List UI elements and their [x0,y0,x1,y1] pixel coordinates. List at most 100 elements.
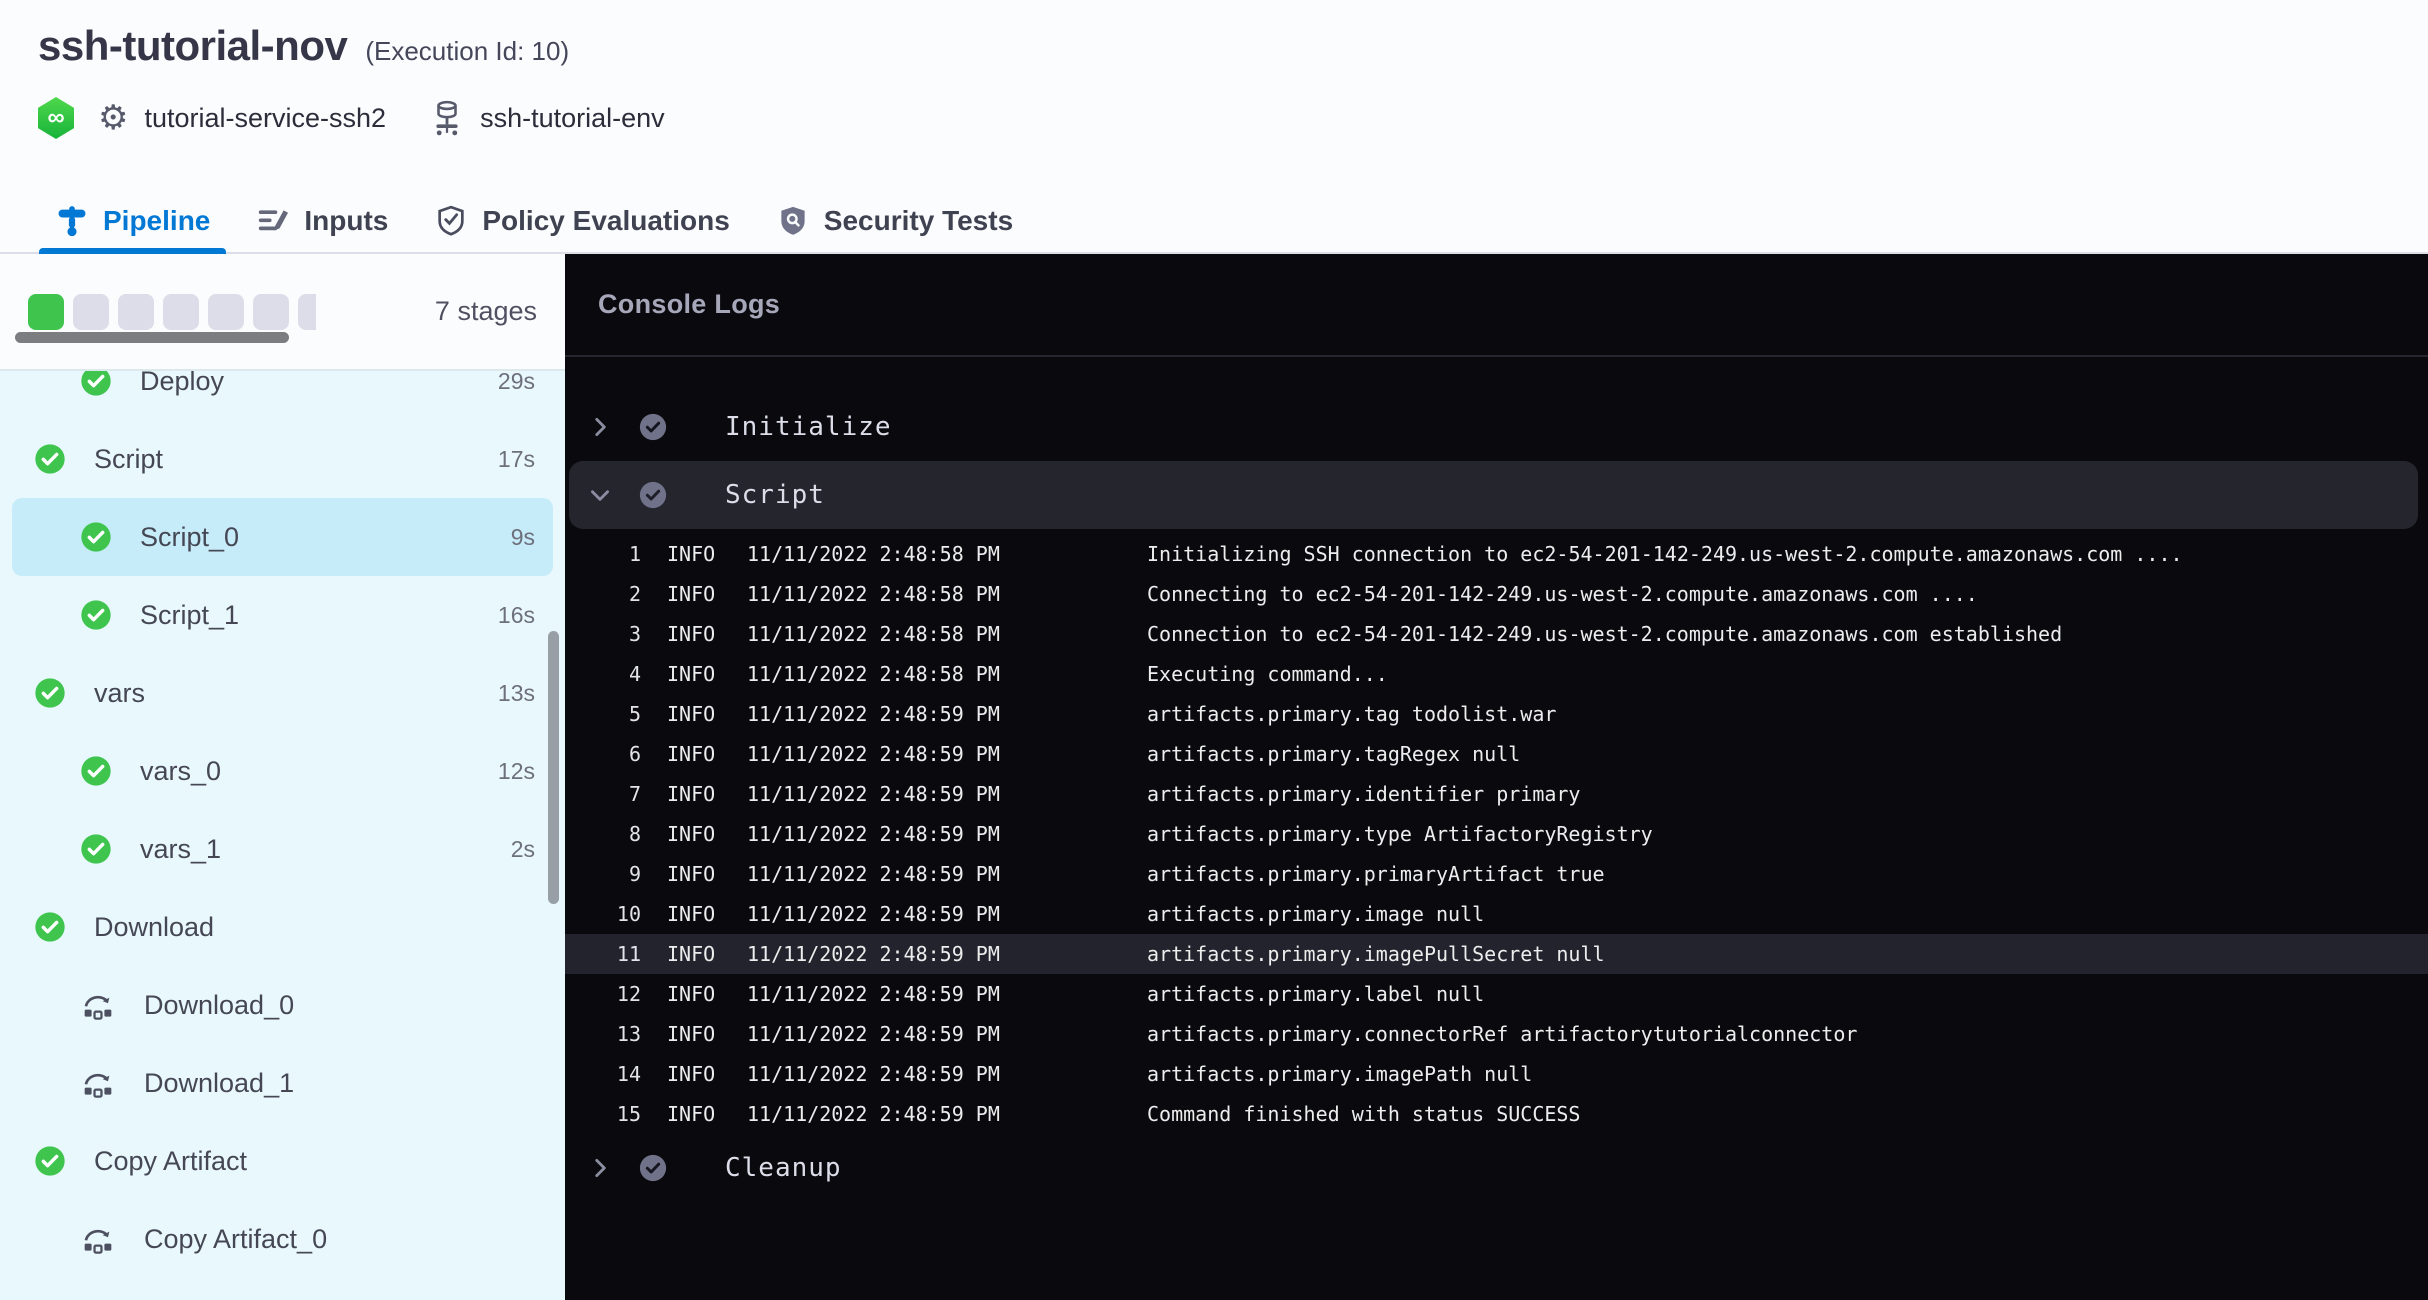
success-check-icon [34,443,66,475]
row-label: Script_1 [140,600,239,631]
stage-row-download[interactable]: Download [0,888,565,966]
execution-id: (Execution Id: 10) [365,36,569,67]
step-row-deploy[interactable]: Deploy29s [0,371,565,420]
log-host-link[interactable]: ec2-54-201-142-249.us-west-2.compute.ama… [1316,622,1918,646]
log-message: artifacts.primary.identifier primary [1147,782,2428,806]
stage-chip-pending[interactable] [253,294,289,330]
chevron-down-icon[interactable] [585,482,615,508]
step-row-download-0[interactable]: Download_0 [0,966,565,1044]
console-title: Console Logs [598,289,780,320]
log-timestamp: 11/11/2022 2:48:59 PM [747,1102,1147,1126]
console-header: Console Logs [565,254,2428,357]
tab-pipeline[interactable]: Pipeline [39,190,226,252]
command-step-icon [80,1067,116,1099]
log-section-script[interactable]: Script [569,461,2418,529]
log-timestamp: 11/11/2022 2:48:59 PM [747,942,1147,966]
success-check-icon [80,521,112,553]
log-timestamp: 11/11/2022 2:48:58 PM [747,582,1147,606]
policy-shield-icon [434,204,468,238]
log-message: artifacts.primary.label null [1147,982,2428,1006]
tab-inputs[interactable]: Inputs [240,190,404,252]
log-row-13: 13INFO11/11/2022 2:48:59 PMartifacts.pri… [565,1014,2428,1054]
service-entry[interactable]: ⚙ tutorial-service-ssh2 [74,101,386,135]
log-timestamp: 11/11/2022 2:48:59 PM [747,1062,1147,1086]
log-row-1: 1INFO11/11/2022 2:48:58 PMInitializing S… [565,534,2428,574]
log-message: artifacts.primary.image null [1147,902,2428,926]
log-section-initialize[interactable]: Initialize [565,393,2428,461]
log-line-number: 8 [593,822,641,846]
execution-page: ssh-tutorial-nov (Execution Id: 10) ∞ ⚙ … [0,0,2428,1300]
log-line-number: 14 [593,1062,641,1086]
log-timestamp: 11/11/2022 2:48:58 PM [747,662,1147,686]
stage-chips-scrollbar[interactable] [15,332,289,343]
log-line-number: 10 [593,902,641,926]
row-duration: 12s [498,758,535,785]
section-success-icon [638,1153,668,1183]
log-message: artifacts.primary.imagePullSecret null [1147,942,2428,966]
log-level: INFO [667,902,747,926]
log-line-number: 6 [593,742,641,766]
step-row-script-0[interactable]: Script_09s [12,498,553,576]
content-area: 7 stages Deploy29sScript17sScript_09sScr… [0,254,2428,1300]
sidebar-scrollbar-thumb[interactable] [548,631,559,904]
row-label: Download_1 [144,1068,294,1099]
log-line-number: 1 [593,542,641,566]
stage-progress-chips [28,294,316,330]
row-duration: 17s [498,446,535,473]
log-timestamp: 11/11/2022 2:48:59 PM [747,982,1147,1006]
chevron-right-icon[interactable] [585,1155,615,1181]
log-message: artifacts.primary.type ArtifactoryRegist… [1147,822,2428,846]
row-label: Download [94,912,214,943]
log-lines: 1INFO11/11/2022 2:48:58 PMInitializing S… [565,534,2428,1134]
log-message: artifacts.primary.primaryArtifact true [1147,862,2428,886]
log-level: INFO [667,862,747,886]
log-level: INFO [667,1102,747,1126]
log-level: INFO [667,942,747,966]
tab-security-tests[interactable]: Security Tests [760,190,1029,252]
stage-row-vars[interactable]: vars13s [0,654,565,732]
stage-chip-success[interactable] [28,294,64,330]
success-check-icon [34,1145,66,1177]
log-line-number: 5 [593,702,641,726]
chevron-right-icon[interactable] [585,414,615,440]
stage-chip-pending[interactable] [208,294,244,330]
log-message: Connecting to ec2-54-201-142-249.us-west… [1147,582,2428,606]
step-row-script-1[interactable]: Script_116s [0,576,565,654]
stages-sidebar: 7 stages Deploy29sScript17sScript_09sScr… [0,254,565,1300]
tab-policy-evaluations[interactable]: Policy Evaluations [418,190,745,252]
log-row-10: 10INFO11/11/2022 2:48:59 PMartifacts.pri… [565,894,2428,934]
log-level: INFO [667,582,747,606]
tab-pipeline-label: Pipeline [103,205,210,237]
log-timestamp: 11/11/2022 2:48:59 PM [747,1022,1147,1046]
deployment-badge-icon: ∞ [38,97,74,139]
log-row-8: 8INFO11/11/2022 2:48:59 PMartifacts.prim… [565,814,2428,854]
stage-chip-pending[interactable] [298,294,316,330]
log-message: artifacts.primary.tagRegex null [1147,742,2428,766]
step-row-vars-1[interactable]: vars_12s [0,810,565,888]
log-timestamp: 11/11/2022 2:48:59 PM [747,822,1147,846]
stage-row-copy-artifact[interactable]: Copy Artifact [0,1122,565,1200]
stage-chip-pending[interactable] [118,294,154,330]
log-section-cleanup[interactable]: Cleanup [565,1134,2428,1202]
log-level: INFO [667,542,747,566]
row-label: Copy Artifact_0 [144,1224,327,1255]
log-host-link[interactable]: ec2-54-201-142-249.us-west-2.compute.ama… [1520,542,2122,566]
log-host-link[interactable]: ec2-54-201-142-249.us-west-2.compute.ama… [1316,582,1918,606]
step-row-copy-artifact-0[interactable]: Copy Artifact_0 [0,1200,565,1278]
stage-chip-pending[interactable] [163,294,199,330]
stage-chip-pending[interactable] [73,294,109,330]
step-row-download-1[interactable]: Download_1 [0,1044,565,1122]
log-level: INFO [667,742,747,766]
environment-entry[interactable]: ssh-tutorial-env [430,99,665,137]
row-label: Copy Artifact [94,1146,247,1177]
log-row-9: 9INFO11/11/2022 2:48:59 PMartifacts.prim… [565,854,2428,894]
log-timestamp: 11/11/2022 2:48:59 PM [747,702,1147,726]
log-line-number: 3 [593,622,641,646]
row-duration: 9s [511,524,535,551]
step-row-vars-0[interactable]: vars_012s [0,732,565,810]
tab-bar: Pipeline Inputs Policy Evaluations [0,190,2428,254]
stage-row-script[interactable]: Script17s [0,420,565,498]
environment-icon [430,99,464,137]
section-success-icon [638,480,668,510]
log-row-3: 3INFO11/11/2022 2:48:58 PMConnection to … [565,614,2428,654]
